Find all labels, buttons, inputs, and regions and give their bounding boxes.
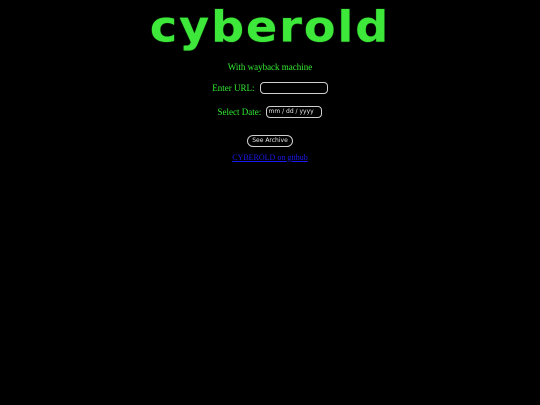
footer-link-row: CYBEROLD on github	[0, 153, 540, 162]
site-logo: cyberold	[149, 2, 391, 52]
date-input[interactable]: mm / dd / yyyy	[266, 106, 323, 118]
url-label: Enter URL:	[212, 83, 255, 93]
date-label: Select Date:	[217, 107, 262, 117]
button-row: See Archive	[0, 129, 540, 147]
subtitle: With wayback machine	[227, 62, 313, 72]
github-link[interactable]: CYBEROLD on github	[232, 153, 308, 162]
url-row: Enter URL:	[0, 82, 540, 94]
date-row: Select Date: mm / dd / yyyy	[0, 106, 540, 118]
see-archive-button[interactable]: See Archive	[247, 135, 293, 147]
url-input[interactable]	[259, 82, 328, 94]
logo-container: cyberold	[0, 4, 540, 50]
